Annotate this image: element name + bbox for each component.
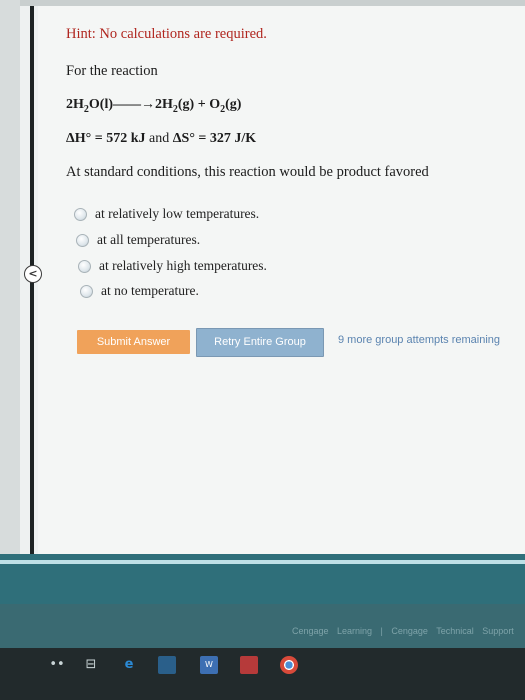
eq-rhs-end: (g) — [225, 97, 242, 112]
taskbar — [0, 648, 525, 700]
hint-text: Hint: No calculations are required. — [66, 26, 267, 42]
delta-s: ΔS° = 327 J/K — [172, 131, 257, 146]
eq-rhs-mid: (g) + O — [177, 97, 221, 112]
answer-option[interactable]: at no temperature. — [80, 283, 199, 299]
question-panel — [38, 6, 525, 554]
option-label: at all temperatures. — [97, 232, 201, 247]
screen: Hint: No calculations are required. For … — [0, 0, 525, 700]
delta-h: ΔH° = 572 kJ — [66, 131, 146, 146]
collapse-chevron-icon[interactable]: < — [24, 265, 42, 283]
app-icon[interactable] — [240, 656, 258, 674]
reaction-intro: For the reaction — [66, 63, 158, 79]
submit-answer-button[interactable]: Submit Answer — [77, 330, 190, 354]
left-rail — [0, 0, 20, 560]
cortana-icon[interactable]: •• — [48, 656, 66, 674]
and-text: and — [145, 131, 173, 146]
retry-group-button[interactable]: Retry Entire Group — [196, 328, 324, 357]
footer-links[interactable]: Cengage Learning | Cengage Technical Sup… — [292, 626, 514, 636]
task-view-icon[interactable]: ⊟ — [82, 656, 100, 674]
eq-lhs-rest: O(l) — [88, 97, 113, 112]
question-text: At standard conditions, this reaction wo… — [66, 164, 429, 180]
footer-stripe — [0, 560, 525, 564]
option-label: at relatively high temperatures. — [99, 258, 267, 273]
thermo-values: ΔH° = 572 kJ and ΔS° = 327 J/K — [66, 131, 256, 147]
word-icon[interactable]: W — [200, 656, 218, 674]
edge-browser-icon[interactable]: e — [120, 656, 138, 674]
answer-option[interactable]: at all temperatures. — [76, 232, 200, 248]
reaction-arrow: ——→ — [113, 97, 155, 112]
chrome-icon[interactable] — [280, 656, 298, 674]
radio-button-icon[interactable] — [74, 207, 87, 221]
radio-button-icon[interactable] — [78, 259, 91, 273]
answer-option[interactable]: at relatively low temperatures. — [74, 206, 259, 222]
eq-lhs: 2H — [66, 97, 84, 112]
answer-option[interactable]: at relatively high temperatures. — [78, 258, 267, 274]
chemical-equation: 2H2O(l)——→2H2(g) + O2(g) — [66, 97, 241, 115]
option-label: at no temperature. — [101, 283, 199, 298]
eq-rhs: 2H — [155, 97, 173, 112]
store-icon[interactable] — [158, 656, 176, 674]
attempts-remaining: 9 more group attempts remaining — [338, 334, 501, 346]
radio-button-icon[interactable] — [80, 284, 93, 298]
option-label: at relatively low temperatures. — [95, 206, 260, 221]
radio-button-icon[interactable] — [76, 233, 89, 247]
